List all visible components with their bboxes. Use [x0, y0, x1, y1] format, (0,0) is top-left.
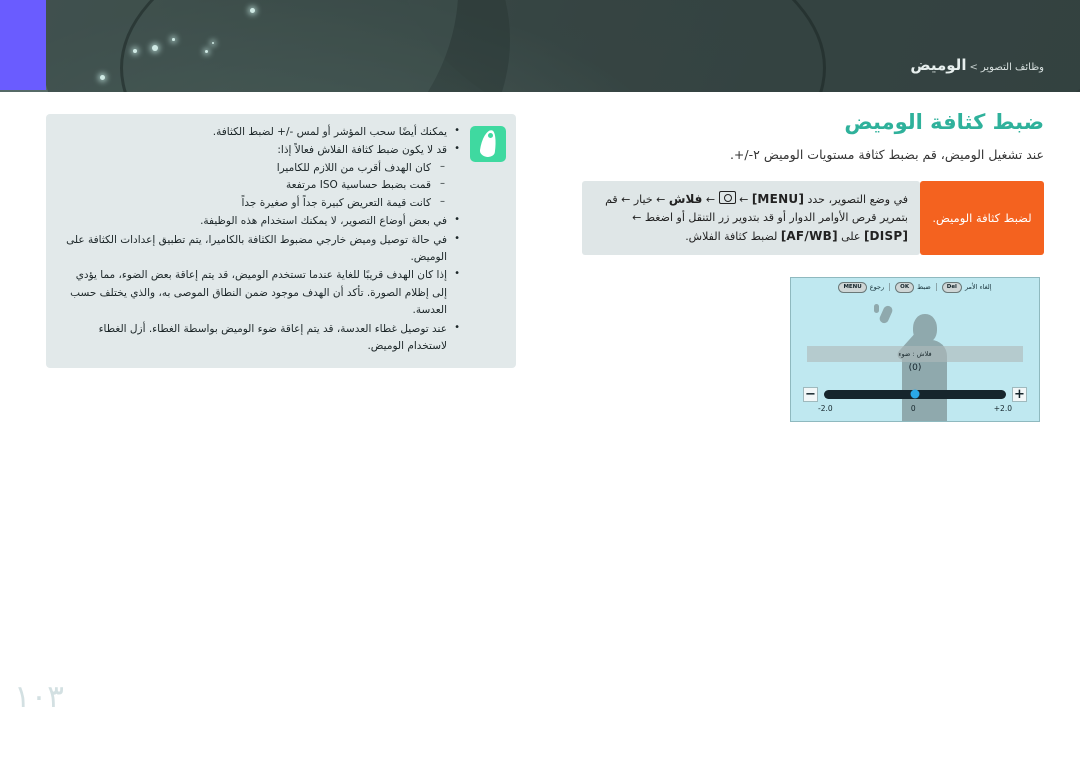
arrow-icon: ← — [656, 192, 666, 206]
disp-key[interactable]: [DISP] — [864, 229, 908, 243]
slider-knob[interactable] — [910, 389, 920, 399]
tick-max: +2.0 — [993, 404, 1012, 414]
afwb-key[interactable]: [AF/WB] — [781, 229, 838, 243]
camera-status-bar: MENU رجوع OK ضبط Del إلغاء الأمر — [791, 278, 1039, 294]
arrow-icon: ← — [632, 211, 642, 225]
note-sub-list: كان الهدف أقرب من اللازم للكاميرا قمت بض… — [60, 159, 447, 212]
header-sparkle — [250, 8, 255, 13]
flash-menu-label[interactable]: فلاش — [669, 192, 703, 206]
slider-track[interactable] — [824, 389, 1006, 399]
list-item: عند توصيل غطاء العدسة، قد يتم إعاقة ضوء … — [60, 320, 460, 356]
camera-screen-mockup: MENU رجوع OK ضبط Del إلغاء الأمر فلاش: … — [790, 277, 1040, 423]
instruction-line3-prefix: على — [841, 230, 861, 243]
arrow-icon: ← — [621, 192, 631, 206]
note-item-text: يمكنك أيضًا سحب المؤشر أو لمس ‎+/-‎ لضبط… — [212, 126, 447, 138]
instruction-box: في وضع التصوير، حدد [MENU] ← ← فلاش ← خي… — [582, 180, 920, 256]
status-ok-label: ضبط — [917, 283, 931, 292]
note-item-text: عند توصيل غطاء العدسة، قد يتم إعاقة ضوء … — [98, 322, 447, 353]
camera-icon[interactable] — [718, 190, 736, 204]
header-sparkle — [133, 49, 137, 53]
list-item: كانت قيمة التعريض كبيرة جداً أو صغيرة جد… — [60, 194, 447, 212]
page-header: وظائف التصوير>الوميض — [0, 0, 1080, 92]
list-item: قمت بضبط حساسية ISO مرتفعة — [60, 176, 447, 194]
note-item-text: إذا كان الهدف قريبًا للغاية عندما تستخدم… — [70, 269, 447, 317]
instruction-line3-suffix: لضبط كثافة الفلاش. — [685, 230, 778, 243]
note-subitem-text: قمت بضبط حساسية ISO مرتفعة — [286, 179, 431, 192]
del-button-icon[interactable]: Del — [941, 281, 962, 293]
menu-key[interactable]: [MENU] — [752, 192, 804, 206]
header-sparkle — [205, 50, 208, 53]
breadcrumb-current: الوميض — [910, 56, 967, 74]
arrow-icon: ← — [739, 192, 749, 206]
status-cancel[interactable]: Del إلغاء الأمر — [941, 281, 992, 293]
arrow-icon: ← — [705, 192, 716, 206]
tick-mid: 0 — [910, 404, 916, 414]
breadcrumb: وظائف التصوير>الوميض — [910, 56, 1044, 74]
list-item: كان الهدف أقرب من اللازم للكاميرا — [60, 159, 447, 177]
status-cancel-label: إلغاء الأمر — [964, 283, 992, 292]
flash-intensity-slider[interactable]: − + — [803, 386, 1027, 402]
note-item-text: في بعض أوضاع التصوير، لا يمكنك استخدام ه… — [200, 215, 447, 228]
note-subitem-text: كانت قيمة التعريض كبيرة جداً أو صغيرة جد… — [241, 196, 431, 209]
status-back[interactable]: MENU رجوع — [838, 281, 885, 293]
orange-callout-tag: لضبط كثافة الوميض. — [920, 180, 1044, 256]
page-body: يمكنك أيضًا سحب المؤشر أو لمس ‎+/-‎ لضبط… — [0, 92, 1080, 765]
header-swoosh-3 — [120, 0, 826, 92]
page-title: ضبط كثافة الوميض — [844, 110, 1044, 134]
page-subtitle: عند تشغيل الوميض، قم بضبط كثافة مستويات … — [729, 147, 1044, 162]
menu-button-icon[interactable]: MENU — [838, 281, 867, 293]
page-number: ١٠٣ — [14, 679, 64, 715]
tick-min: -2.0 — [818, 404, 833, 414]
list-item: قد لا يكون ضبط كثافة الفلاش فعالاً إذا: … — [60, 141, 460, 212]
note-list: يمكنك أيضًا سحب المؤشر أو لمس ‎+/-‎ لضبط… — [60, 123, 460, 356]
flash-intensity-value: (0) — [908, 363, 922, 374]
minus-button[interactable]: − — [803, 386, 818, 402]
list-item: في بعض أوضاع التصوير، لا يمكنك استخدام ه… — [60, 212, 460, 230]
note-pen-icon — [470, 126, 506, 162]
plus-button[interactable]: + — [1012, 386, 1027, 402]
note-subitem-text: كان الهدف أقرب من اللازم للكاميرا — [276, 161, 431, 174]
header-accent-bar — [0, 0, 46, 90]
ok-button-icon[interactable]: OK — [895, 281, 915, 293]
breadcrumb-separator: > — [969, 62, 978, 73]
note-item-text: قد لا يكون ضبط كثافة الفلاش فعالاً إذا: — [277, 144, 447, 157]
header-sparkle — [152, 45, 158, 51]
instruction-row: لضبط كثافة الوميض. في وضع التصوير، حدد [… — [582, 180, 1052, 256]
list-item: يمكنك أيضًا سحب المؤشر أو لمس ‎+/-‎ لضبط… — [60, 123, 460, 141]
status-back-label: رجوع — [869, 283, 885, 292]
slider-tick-labels: -2.0 0 +2.0 — [818, 404, 1012, 416]
list-item: إذا كان الهدف قريبًا للغاية عندما تستخدم… — [60, 266, 460, 319]
list-item: في حالة توصيل وميض خارجي مضبوط الكثافة ب… — [60, 231, 460, 267]
status-divider — [935, 283, 937, 292]
header-sparkle — [212, 42, 214, 44]
header-sparkle — [172, 38, 175, 41]
option-label[interactable]: خيار — [634, 193, 653, 206]
status-divider — [889, 283, 891, 292]
note-box: يمكنك أيضًا سحب المؤشر أو لمس ‎+/-‎ لضبط… — [46, 114, 516, 369]
content-right-column: ضبط كثافة الوميض عند تشغيل الوميض، قم بض… — [582, 110, 1052, 423]
breadcrumb-parent[interactable]: وظائف التصوير — [981, 62, 1044, 73]
note-item-text: في حالة توصيل وميض خارجي مضبوط الكثافة ب… — [66, 233, 447, 263]
header-sparkle — [100, 75, 105, 80]
status-ok[interactable]: OK ضبط — [895, 281, 931, 293]
instruction-prefix: في وضع التصوير، حدد — [807, 192, 908, 206]
flash-mode-label: فلاش : ضوء — [807, 346, 1023, 363]
